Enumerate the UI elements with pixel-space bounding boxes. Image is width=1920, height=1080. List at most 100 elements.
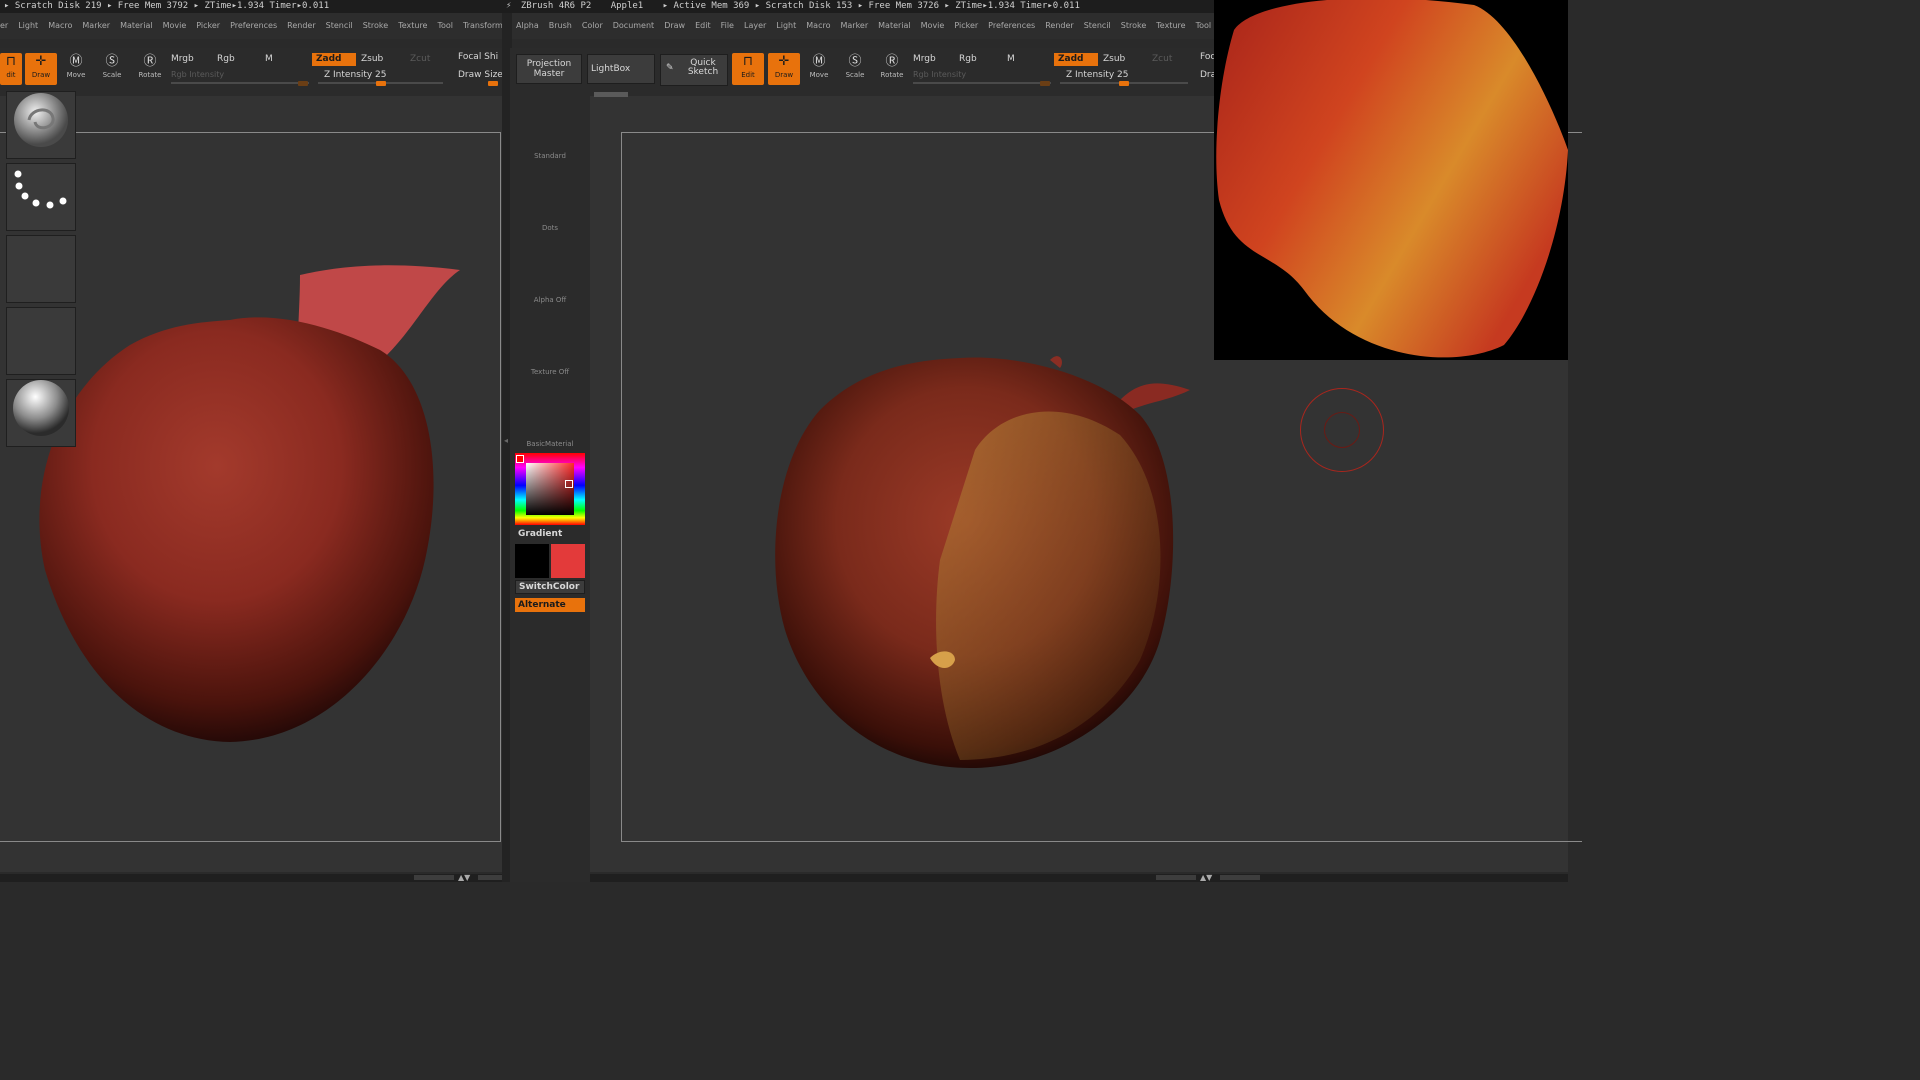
right-bottom-bar	[590, 874, 1568, 882]
switchcolor-button[interactable]: SwitchColor	[515, 580, 585, 594]
m-button-right[interactable]: M	[1007, 54, 1015, 64]
rgb-intensity-slider-right[interactable]	[913, 82, 1051, 84]
left-menu-item[interactable]: Render	[287, 21, 315, 30]
alternate-button[interactable]: Alternate	[515, 598, 585, 612]
rgb-button-left[interactable]: Rgb	[217, 54, 235, 64]
left-menu-item[interactable]: Light	[18, 21, 38, 30]
hue-marker-icon[interactable]	[516, 455, 524, 463]
m-button-left[interactable]: M	[265, 54, 273, 64]
right-menu-item[interactable]: Picker	[954, 21, 978, 30]
right-menu-item[interactable]: Texture	[1156, 21, 1185, 30]
document-name: Apple1	[610, 1, 644, 11]
z-intensity-right: Z Intensity 25	[1066, 70, 1129, 80]
right-scroll-right[interactable]	[1220, 875, 1260, 880]
rgb-intensity-knob-right[interactable]	[1040, 81, 1050, 86]
left-menu-item[interactable]: Stencil	[326, 21, 353, 30]
right-menu-item[interactable]: File	[721, 21, 734, 30]
left-menu-item[interactable]: Preferences	[230, 21, 277, 30]
draw-size-left[interactable]: Draw Size	[458, 70, 503, 80]
left-menu-item[interactable]: Movie	[163, 21, 187, 30]
mrgb-button-left[interactable]: Mrgb	[171, 54, 194, 64]
right-apple-model[interactable]	[760, 340, 1200, 780]
sv-marker-icon[interactable]	[565, 480, 573, 488]
right-menu-item[interactable]: Color	[582, 21, 603, 30]
draw-button-right[interactable]: ✛ Draw	[768, 53, 800, 85]
edit-button-left[interactable]: ⊓ dit	[0, 53, 22, 85]
focal-shift-left[interactable]: Focal Shi	[458, 52, 498, 62]
left-menu-item[interactable]: Material	[120, 21, 153, 30]
rgb-intensity-slider-left[interactable]	[171, 82, 309, 84]
scale-button-right[interactable]: Ⓢ Scale	[839, 53, 871, 85]
left-scroll-left[interactable]	[414, 875, 454, 880]
right-menu-item[interactable]: Brush	[549, 21, 572, 30]
scale-button-left[interactable]: Ⓢ Scale	[96, 53, 128, 85]
standard-brush-icon	[14, 93, 68, 147]
left-menu-item[interactable]: Marker	[82, 21, 110, 30]
right-scroll-arrows-icon[interactable]: ▲▼	[1200, 873, 1212, 882]
texture-slot[interactable]	[6, 307, 76, 375]
right-menu-item[interactable]: Alpha	[516, 21, 539, 30]
rotate-icon: Ⓡ	[143, 54, 157, 69]
move-button-left[interactable]: Ⓜ Move	[60, 53, 92, 85]
right-menu-item[interactable]: Preferences	[988, 21, 1035, 30]
edit-button-right[interactable]: ⊓ Edit	[732, 53, 764, 85]
right-menu-item[interactable]: Light	[776, 21, 796, 30]
lightbox-button[interactable]: LightBox	[587, 54, 655, 84]
left-menu-item[interactable]: er	[0, 21, 8, 30]
right-menu-item[interactable]: Edit	[695, 21, 711, 30]
left-menu-item[interactable]: Macro	[48, 21, 72, 30]
right-menu-item[interactable]: Stroke	[1121, 21, 1147, 30]
zadd-button-right[interactable]: Zadd	[1054, 53, 1098, 66]
rgb-button-right[interactable]: Rgb	[959, 54, 977, 64]
stroke-slot[interactable]	[6, 163, 76, 231]
right-menu-item[interactable]: Material	[878, 21, 911, 30]
right-menu-item[interactable]: Draw	[664, 21, 685, 30]
right-menu-item[interactable]: Tool	[1196, 21, 1212, 30]
stem-top-shape	[1050, 356, 1062, 368]
collapse-arrow-icon[interactable]: ◂	[504, 436, 508, 445]
right-menu-item[interactable]: Layer	[744, 21, 766, 30]
quick-sketch-button[interactable]: ✎ Quick Sketch	[660, 54, 728, 86]
left-menu-item[interactable]: Stroke	[363, 21, 389, 30]
left-menu-item[interactable]: Texture	[398, 21, 427, 30]
zadd-button-left[interactable]: Zadd	[312, 53, 356, 66]
crosshair-icon: ✛	[35, 54, 47, 69]
zbrush-logo-icon: ⚡	[506, 1, 512, 11]
draw-size-knob-left[interactable]	[488, 81, 498, 86]
right-menu-item[interactable]: Stencil	[1084, 21, 1111, 30]
right-menu-item[interactable]: Document	[613, 21, 654, 30]
color-picker-sv-square[interactable]	[526, 463, 574, 515]
right-menu-item[interactable]: Render	[1045, 21, 1073, 30]
brush-slot-label: Standard	[534, 152, 566, 160]
rotate-button-left[interactable]: Ⓡ Rotate	[134, 53, 166, 85]
right-menu-item[interactable]: Marker	[840, 21, 868, 30]
z-intensity-knob-right[interactable]	[1119, 81, 1129, 86]
secondary-color-swatch[interactable]	[551, 544, 585, 578]
z-intensity-knob-left[interactable]	[376, 81, 386, 86]
projection-master-button[interactable]: Projection Master	[516, 54, 582, 84]
draw-button-left[interactable]: ✛ Draw	[25, 53, 57, 85]
left-scroll-arrows-icon[interactable]: ▲▼	[458, 873, 470, 882]
mrgb-button-right[interactable]: Mrgb	[913, 54, 936, 64]
right-menu-item[interactable]: Macro	[806, 21, 830, 30]
left-scroll-right[interactable]	[478, 875, 502, 880]
main-color-swatch[interactable]	[515, 544, 549, 578]
material-slot[interactable]	[6, 379, 76, 447]
alpha-slot[interactable]	[6, 235, 76, 303]
zsub-button-right[interactable]: Zsub	[1103, 54, 1125, 64]
zsub-button-left[interactable]: Zsub	[361, 54, 383, 64]
zcut-button-right[interactable]: Zcut	[1152, 54, 1172, 64]
rgb-intensity-knob-left[interactable]	[298, 81, 308, 86]
brush-slot[interactable]	[6, 91, 76, 159]
move-button-right[interactable]: Ⓜ Move	[803, 53, 835, 85]
left-menu-item[interactable]: Picker	[196, 21, 220, 30]
rgb-intensity-right: Rgb Intensity	[913, 70, 967, 79]
right-menu-item[interactable]: Movie	[921, 21, 945, 30]
zcut-button-left[interactable]: Zcut	[410, 54, 430, 64]
gradient-label[interactable]: Gradient	[518, 529, 562, 539]
left-menu-item[interactable]: Transform	[463, 21, 502, 30]
right-scroll-left[interactable]	[1156, 875, 1196, 880]
left-menu-item[interactable]: Tool	[437, 21, 453, 30]
canvas-scroll-handle[interactable]	[594, 92, 628, 97]
rotate-button-right[interactable]: Ⓡ Rotate	[876, 53, 908, 85]
